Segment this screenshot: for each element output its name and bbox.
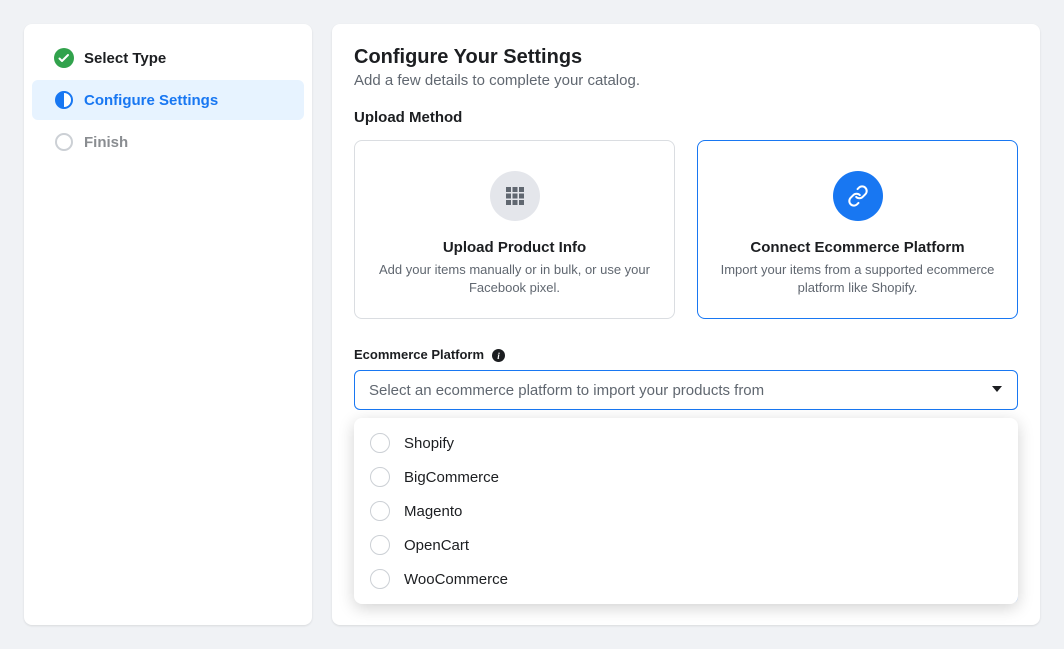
- step-label: Finish: [84, 134, 128, 151]
- upload-method-cards: Upload Product Info Add your items manua…: [354, 140, 1018, 319]
- radio-icon: [370, 501, 390, 521]
- platform-select[interactable]: Select an ecommerce platform to import y…: [354, 370, 1018, 410]
- option-label: Magento: [404, 503, 462, 520]
- page-subtitle: Add a few details to complete your catal…: [354, 72, 1018, 89]
- step-sidebar: Select Type Configure Settings Finish: [24, 24, 312, 625]
- card-connect-ecommerce[interactable]: Connect Ecommerce Platform Import your i…: [697, 140, 1018, 319]
- radio-icon: [370, 467, 390, 487]
- radio-icon: [370, 433, 390, 453]
- select-placeholder: Select an ecommerce platform to import y…: [369, 382, 764, 399]
- option-label: BigCommerce: [404, 469, 499, 486]
- radio-icon: [370, 569, 390, 589]
- step-label: Select Type: [84, 50, 166, 67]
- step-select-type[interactable]: Select Type: [32, 38, 304, 78]
- card-desc: Add your items manually or in bulk, or u…: [375, 261, 654, 296]
- platform-dropdown: Shopify BigCommerce Magento OpenCart Woo…: [354, 418, 1018, 604]
- option-shopify[interactable]: Shopify: [354, 426, 1018, 460]
- step-finish[interactable]: Finish: [32, 122, 304, 162]
- card-title: Connect Ecommerce Platform: [718, 239, 997, 256]
- option-label: OpenCart: [404, 537, 469, 554]
- option-label: Shopify: [404, 435, 454, 452]
- upload-method-label: Upload Method: [354, 109, 1018, 126]
- option-magento[interactable]: Magento: [354, 494, 1018, 528]
- main-panel: Configure Your Settings Add a few detail…: [332, 24, 1040, 625]
- option-bigcommerce[interactable]: BigCommerce: [354, 460, 1018, 494]
- step-label: Configure Settings: [84, 92, 218, 109]
- card-title: Upload Product Info: [375, 239, 654, 256]
- radio-icon: [370, 535, 390, 555]
- card-upload-product-info[interactable]: Upload Product Info Add your items manua…: [354, 140, 675, 319]
- info-icon[interactable]: i: [492, 349, 505, 362]
- option-label: WooCommerce: [404, 571, 508, 588]
- check-circle-icon: [54, 48, 74, 68]
- option-opencart[interactable]: OpenCart: [354, 528, 1018, 562]
- option-woocommerce[interactable]: WooCommerce: [354, 562, 1018, 596]
- platform-label: Ecommerce Platform i: [354, 347, 1018, 362]
- empty-circle-icon: [54, 132, 74, 152]
- page-title: Configure Your Settings: [354, 46, 1018, 69]
- link-icon: [833, 171, 883, 221]
- half-circle-icon: [54, 90, 74, 110]
- grid-icon: [490, 171, 540, 221]
- card-desc: Import your items from a supported ecomm…: [718, 261, 997, 296]
- chevron-down-icon: [991, 382, 1003, 399]
- step-configure-settings[interactable]: Configure Settings: [32, 80, 304, 120]
